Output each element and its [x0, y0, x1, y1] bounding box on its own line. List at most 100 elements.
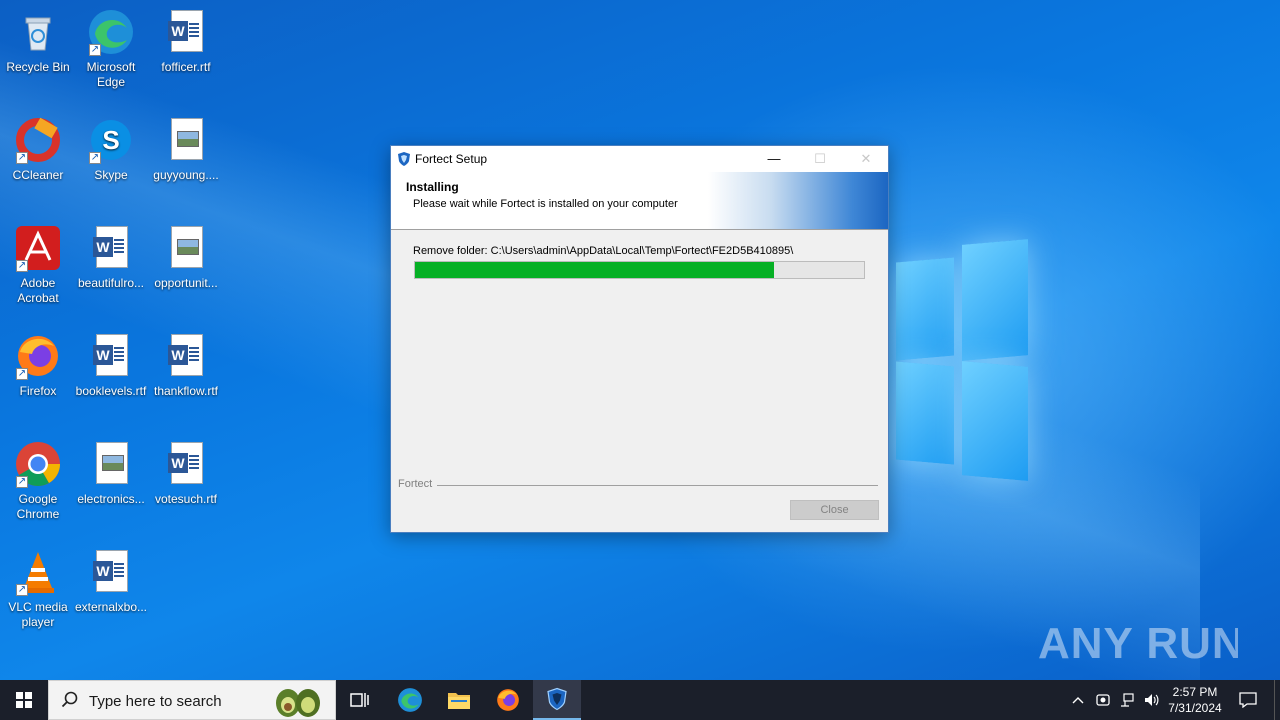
desktop-icon-label: fofficer.rtf	[161, 60, 211, 74]
fortect-setup-window[interactable]: Fortect Setup — ☐ ✕ Installing Please wa…	[390, 145, 889, 533]
anyrun-watermark: ANY RUN	[1038, 612, 1244, 672]
header-subtitle: Please wait while Fortect is installed o…	[413, 198, 678, 210]
desktop-icon-vlc[interactable]: ↗ VLC media player	[0, 548, 76, 630]
install-status-text: Remove folder: C:\Users\admin\AppData\Lo…	[413, 245, 794, 257]
maximize-button[interactable]: ☐	[797, 146, 843, 172]
shortcut-arrow-icon: ↗	[16, 152, 28, 164]
desktop-icon-label: beautifulro...	[77, 276, 145, 290]
desktop-icon-guyyoung[interactable]: guyyoung....	[148, 116, 224, 183]
desktop-icon-label: booklevels.rtf	[75, 384, 147, 398]
desktop-icon-label: votesuch.rtf	[154, 492, 218, 506]
taskbar-search-box[interactable]: Type here to search	[48, 680, 336, 720]
word-document-icon: W	[162, 440, 210, 488]
installer-header: Installing Please wait while Fortect is …	[391, 172, 888, 230]
desktop-icon-label: opportunit...	[154, 276, 218, 290]
search-icon	[61, 691, 79, 714]
task-view-button[interactable]	[336, 680, 384, 720]
install-progress-bar	[414, 261, 865, 279]
taskbar-fortect-button[interactable]	[533, 680, 581, 720]
notification-icon	[1239, 692, 1257, 708]
chrome-icon: ↗	[14, 440, 62, 488]
desktop-icon-thankflow[interactable]: W thankflow.rtf	[148, 332, 224, 399]
desktop-icon-firefox[interactable]: ↗ Firefox	[0, 332, 76, 399]
desktop-icon-opportunit[interactable]: opportunit...	[148, 224, 224, 291]
close-button[interactable]: Close	[790, 500, 879, 520]
chevron-up-icon	[1072, 697, 1084, 704]
desktop-icon-adobe-acrobat[interactable]: ↗ Adobe Acrobat	[0, 224, 76, 306]
desktop-icon-label: externalxbo...	[74, 600, 148, 614]
desktop-icon-beautifulro[interactable]: W beautifulro...	[73, 224, 149, 291]
desktop-icon-booklevels[interactable]: W booklevels.rtf	[73, 332, 149, 399]
brand-label: Fortect	[398, 478, 433, 490]
fortect-icon	[547, 687, 567, 711]
desktop-icon-microsoft-edge[interactable]: ↗ Microsoft Edge	[73, 8, 149, 90]
desktop-icon-label: CCleaner	[12, 168, 64, 182]
desktop-icon-skype[interactable]: S ↗ Skype	[73, 116, 149, 183]
desktop-icon-electronics[interactable]: electronics...	[73, 440, 149, 507]
ccleaner-icon: ↗	[14, 116, 62, 164]
window-titlebar[interactable]: Fortect Setup — ☐ ✕	[391, 146, 888, 172]
desktop-icon-label: VLC media player	[8, 600, 68, 629]
taskbar-clock[interactable]: 2:57 PM 7/31/2024	[1162, 684, 1228, 716]
window-title: Fortect Setup	[415, 152, 488, 166]
desktop-icon-label: Recycle Bin	[6, 60, 70, 74]
shortcut-arrow-icon: ↗	[16, 476, 28, 488]
word-document-icon: W	[162, 332, 210, 380]
taskbar-edge-button[interactable]	[386, 680, 434, 720]
desktop-icon-fofficer[interactable]: W fofficer.rtf	[148, 8, 224, 75]
volume-button[interactable]	[1140, 680, 1162, 720]
window-close-button[interactable]: ✕	[843, 146, 889, 172]
recycle-bin-icon	[14, 8, 62, 56]
volume-icon	[1145, 694, 1159, 706]
network-button[interactable]	[1116, 680, 1138, 720]
watermark-text: ANY RUN	[1038, 619, 1238, 668]
minimize-button[interactable]: —	[751, 146, 797, 172]
task-view-icon	[350, 693, 369, 707]
meet-now-icon	[1096, 694, 1110, 706]
image-file-icon	[87, 440, 135, 488]
desktop-icon-label: Firefox	[19, 384, 57, 398]
desktop-icon-google-chrome[interactable]: ↗ Google Chrome	[0, 440, 76, 522]
shortcut-arrow-icon: ↗	[89, 152, 101, 164]
progress-fill	[415, 262, 775, 278]
desktop-icon-ccleaner[interactable]: ↗ CCleaner	[0, 116, 76, 183]
acrobat-icon: ↗	[14, 224, 62, 272]
shortcut-arrow-icon: ↗	[16, 368, 28, 380]
taskbar-file-explorer-button[interactable]	[435, 680, 483, 720]
clock-time: 2:57 PM	[1172, 685, 1218, 699]
windows-start-icon	[16, 692, 32, 708]
header-title: Installing	[406, 180, 459, 194]
start-button[interactable]	[0, 680, 48, 720]
taskbar-firefox-button[interactable]	[484, 680, 532, 720]
edge-icon	[398, 688, 422, 712]
word-document-icon: W	[162, 8, 210, 56]
header-banner-gradient	[708, 172, 888, 229]
desktop-icon-label: Adobe Acrobat	[17, 276, 59, 305]
taskbar: Type here to search 2:57 PM 7/31/2024	[0, 680, 1280, 720]
desktop-icon-label: guyyoung....	[153, 168, 219, 182]
desktop-icon-label: Microsoft Edge	[86, 60, 136, 89]
svg-text:S: S	[102, 125, 119, 155]
brand-divider	[437, 485, 878, 486]
file-explorer-icon	[448, 693, 470, 709]
desktop-icon-recycle-bin[interactable]: Recycle Bin	[0, 8, 76, 75]
network-icon	[1121, 693, 1134, 707]
desktop-icon-externalxbo[interactable]: W externalxbo...	[73, 548, 149, 615]
shortcut-arrow-icon: ↗	[89, 44, 101, 56]
shortcut-arrow-icon: ↗	[16, 584, 28, 596]
edge-icon: ↗	[87, 8, 135, 56]
vlc-icon: ↗	[14, 548, 62, 596]
desktop-icon-label: Google Chrome	[16, 492, 60, 521]
desktop-icon-votesuch[interactable]: W votesuch.rtf	[148, 440, 224, 507]
firefox-icon: ↗	[14, 332, 62, 380]
clock-date: 7/31/2024	[1168, 701, 1222, 715]
notifications-button[interactable]	[1234, 680, 1262, 720]
meet-now-button[interactable]	[1092, 680, 1114, 720]
avocado-search-highlight-icon	[271, 683, 325, 720]
show-hidden-icons-button[interactable]	[1066, 680, 1090, 720]
fortect-shield-icon	[396, 151, 412, 167]
desktop-icon-label: thankflow.rtf	[153, 384, 219, 398]
show-desktop-button[interactable]	[1274, 680, 1280, 720]
word-document-icon: W	[87, 548, 135, 596]
search-placeholder: Type here to search	[89, 693, 222, 710]
